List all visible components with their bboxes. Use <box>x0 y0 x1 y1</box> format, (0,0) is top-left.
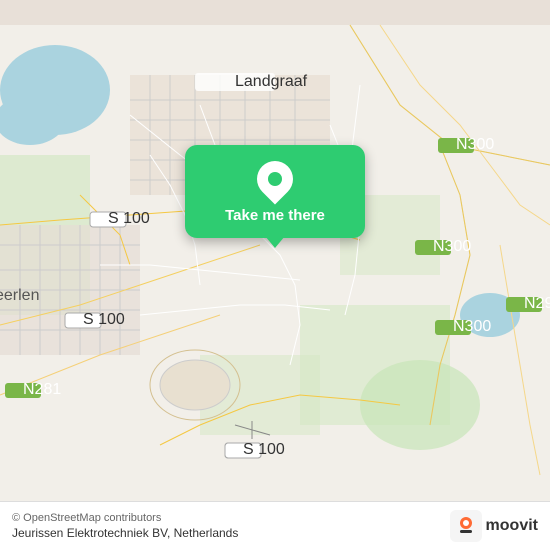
svg-text:N300: N300 <box>433 238 471 255</box>
svg-text:Landgraaf: Landgraaf <box>235 73 308 90</box>
svg-text:N281: N281 <box>23 381 61 398</box>
attribution-text: © OpenStreetMap contributors <box>12 512 238 524</box>
svg-text:N300: N300 <box>456 136 494 153</box>
svg-text:eerlen: eerlen <box>0 287 39 304</box>
place-name: Jeurissen Elektrotechniek BV, Netherland… <box>12 526 238 540</box>
moovit-logo: moovit <box>450 510 538 542</box>
map-container: Landgraaf N300 N300 N300 N299 N281 S 100… <box>0 0 550 550</box>
location-pin-icon <box>250 154 301 205</box>
svg-text:S 100: S 100 <box>243 441 285 458</box>
take-me-there-button[interactable]: Take me there <box>225 207 325 224</box>
svg-text:S 100: S 100 <box>108 210 150 227</box>
bottom-bar: © OpenStreetMap contributors Jeurissen E… <box>0 501 550 550</box>
svg-text:N300: N300 <box>453 318 491 335</box>
action-card[interactable]: Take me there <box>185 145 365 238</box>
map-background: Landgraaf N300 N300 N300 N299 N281 S 100… <box>0 0 550 550</box>
moovit-logo-icon <box>450 510 482 542</box>
svg-text:S 100: S 100 <box>83 311 125 328</box>
attribution-section: © OpenStreetMap contributors Jeurissen E… <box>12 512 238 540</box>
moovit-brand-text: moovit <box>486 517 538 535</box>
svg-text:N299: N299 <box>524 295 550 312</box>
